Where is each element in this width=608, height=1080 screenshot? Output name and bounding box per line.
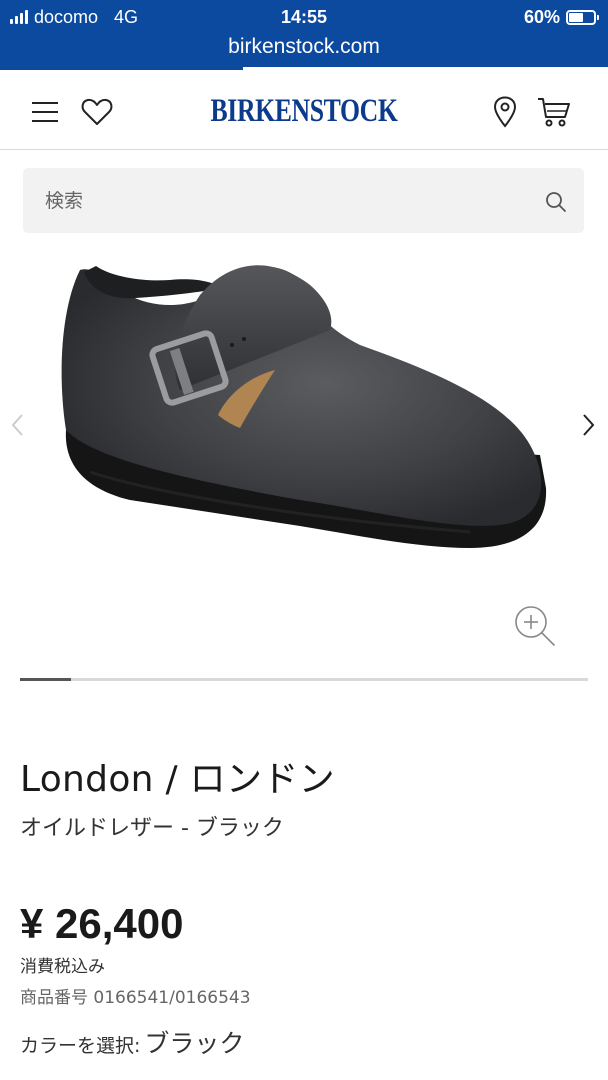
search-box[interactable] bbox=[23, 168, 584, 233]
carousel-progress-indicator bbox=[20, 678, 72, 681]
product-sku: 商品番号 0166541/0166543 bbox=[20, 988, 251, 1008]
battery-icon bbox=[566, 9, 599, 25]
product-image-carousel[interactable] bbox=[0, 250, 608, 670]
menu-button[interactable] bbox=[28, 95, 62, 129]
color-selector[interactable]: カラーを選択: ブラック bbox=[20, 1024, 244, 1060]
battery-info: 60% bbox=[523, 5, 599, 29]
location-pin-icon bbox=[493, 96, 517, 128]
product-price: ¥ 26,400 bbox=[20, 900, 184, 947]
search-icon[interactable] bbox=[544, 190, 568, 214]
battery-percent: 60% bbox=[523, 6, 560, 27]
menu-icon bbox=[32, 102, 58, 122]
browser-status-bar: docomo 4G 14:55 60% birkenstock.com bbox=[0, 0, 608, 70]
color-label: カラーを選択: bbox=[20, 1035, 141, 1057]
tax-note: 消費税込み bbox=[20, 957, 105, 977]
brand-logo[interactable]: BIRKENSTOCK bbox=[67, 93, 541, 130]
chevron-right-icon[interactable] bbox=[578, 410, 598, 440]
site-header: BIRKENSTOCK bbox=[0, 70, 608, 150]
search-section bbox=[0, 150, 608, 250]
carousel-progress-track bbox=[20, 678, 588, 681]
address-bar-url[interactable]: birkenstock.com bbox=[0, 32, 608, 62]
cart-button[interactable] bbox=[536, 94, 572, 130]
zoom-in-icon[interactable] bbox=[512, 603, 558, 649]
search-input[interactable] bbox=[45, 168, 525, 233]
battery-fill bbox=[569, 12, 584, 22]
store-locator-button[interactable] bbox=[488, 94, 522, 130]
clock: 14:55 bbox=[280, 7, 328, 27]
product-title: London / ロンドン bbox=[20, 759, 335, 800]
product-variant: オイルドレザー - ブラック bbox=[20, 816, 284, 841]
cart-icon bbox=[538, 98, 570, 127]
selected-color[interactable]: ブラック bbox=[144, 1029, 244, 1058]
